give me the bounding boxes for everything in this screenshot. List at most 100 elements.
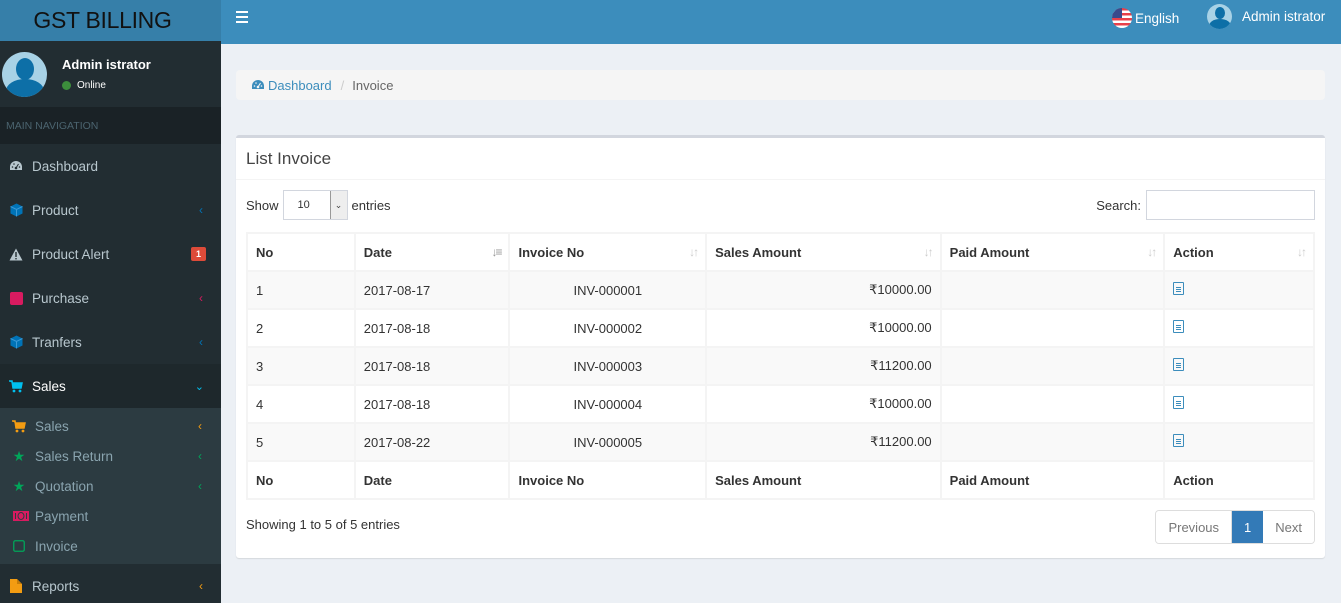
alert-count-badge: 1	[190, 247, 206, 261]
sales-submenu: Sales ‹ ★ Sales Return ‹ ★ Quotation ‹ P…	[0, 408, 221, 564]
column-header-paid-amount[interactable]: Paid Amount ↓↑	[939, 232, 1166, 272]
submenu-item-payment[interactable]: Payment	[0, 501, 221, 531]
sidebar-item-dashboard[interactable]: Dashboard	[0, 144, 221, 188]
cart-icon	[9, 379, 23, 393]
submenu-item-label: Sales	[35, 418, 69, 434]
chevron-left-icon: ‹	[199, 203, 203, 217]
sort-icon: ↓↑	[689, 245, 699, 259]
cell-date: 2017-08-18	[353, 346, 511, 386]
cell-action	[1163, 384, 1315, 424]
chevron-left-icon: ‹	[199, 335, 203, 349]
menu-toggle-icon[interactable]	[236, 11, 248, 26]
cell-action	[1163, 346, 1315, 386]
submenu-item-label: Payment	[35, 508, 89, 524]
view-invoice-icon[interactable]	[1173, 434, 1185, 447]
chevron-left-icon: ‹	[198, 479, 202, 493]
breadcrumb-dashboard-link[interactable]: Dashboard	[251, 78, 332, 93]
sidebar-item-product-alert[interactable]: Product Alert 1	[0, 232, 221, 276]
square-outline-icon	[12, 539, 26, 553]
sidebar-item-product[interactable]: Product ‹	[0, 188, 221, 232]
column-header-sales-amount[interactable]: Sales Amount ↓↑	[705, 232, 942, 272]
user-menu[interactable]: Admin istrator	[1207, 4, 1325, 29]
cell-invoice-no: INV-000005	[508, 422, 708, 462]
top-navbar: English Admin istrator	[221, 0, 1341, 44]
sidebar-item-reports[interactable]: Reports ‹	[0, 564, 221, 603]
column-header-date[interactable]: Date ↓≡	[353, 232, 511, 272]
chevron-left-icon: ‹	[199, 579, 203, 593]
sidebar-item-label: Dashboard	[32, 158, 99, 174]
cell-no: 3	[246, 346, 356, 386]
submenu-item-sales-return[interactable]: ★ Sales Return ‹	[0, 441, 221, 471]
view-invoice-icon[interactable]	[1173, 358, 1185, 371]
star-icon: ★	[12, 447, 26, 464]
star-icon: ★	[12, 477, 26, 494]
user-name: Admin istrator	[62, 57, 151, 72]
next-page-button[interactable]: Next	[1263, 511, 1314, 543]
sidebar-item-tranfers[interactable]: Tranfers ‹	[0, 320, 221, 364]
breadcrumb-home-text: Dashboard	[268, 77, 332, 93]
view-invoice-icon[interactable]	[1173, 282, 1185, 295]
table-info: Showing 1 to 5 of 5 entries	[246, 517, 400, 532]
chevron-left-icon: ‹	[198, 419, 202, 433]
cell-action	[1163, 422, 1315, 462]
language-selector[interactable]: English	[1112, 8, 1179, 28]
column-header-action[interactable]: Action ↓↑	[1163, 232, 1315, 272]
previous-page-button[interactable]: Previous	[1156, 511, 1233, 543]
cell-no: 2	[246, 308, 356, 348]
table-header-row: No Date ↓≡ Invoice No ↓↑ Sales Amount ↓↑ Pa…	[246, 232, 1315, 272]
file-icon	[9, 579, 23, 593]
submenu-item-quotation[interactable]: ★ Quotation ‹	[0, 471, 221, 501]
cell-sales-amount: ₹10000.00	[705, 384, 942, 424]
pagination: Previous 1 Next	[1155, 510, 1315, 544]
sort-icon: ↓↑	[923, 245, 934, 259]
cell-date: 2017-08-17	[353, 270, 511, 310]
sidebar-item-label: Product Alert	[32, 246, 110, 262]
warning-icon	[9, 247, 23, 261]
column-header-invoice-no[interactable]: Invoice No ↓↑	[508, 232, 708, 272]
cell-sales-amount: ₹10000.00	[705, 270, 942, 310]
status-text: Online	[77, 80, 106, 91]
cell-date: 2017-08-22	[353, 422, 511, 462]
view-invoice-icon[interactable]	[1173, 320, 1185, 333]
table-row: 5 2017-08-22 INV-000005 ₹11200.00	[246, 422, 1315, 462]
page-size-select[interactable]: 10 ⌄	[282, 190, 348, 220]
submenu-item-label: Quotation	[35, 478, 94, 494]
chevron-left-icon: ‹	[198, 449, 202, 463]
cell-invoice-no: INV-000003	[508, 346, 708, 386]
cell-paid-amount	[939, 308, 1166, 348]
footer-action: Action	[1163, 460, 1315, 500]
cell-paid-amount	[939, 270, 1166, 310]
sidebar-item-label: Product	[32, 202, 79, 218]
sidebar-item-sales[interactable]: Sales ⌄	[0, 364, 221, 408]
search-input[interactable]	[1146, 190, 1315, 220]
cell-no: 4	[246, 384, 356, 424]
cell-paid-amount	[939, 384, 1166, 424]
user-panel: Admin istrator Online	[0, 41, 221, 107]
search-label: Search:	[1096, 197, 1141, 213]
sort-desc-icon: ↓≡	[491, 245, 502, 259]
sidebar-item-purchase[interactable]: Purchase ‹	[0, 276, 221, 320]
language-label: English	[1135, 10, 1180, 26]
entries-label: entries	[351, 197, 391, 213]
chevron-left-icon: ‹	[199, 291, 203, 305]
footer-invoice-no: Invoice No	[508, 460, 708, 500]
us-flag-icon	[1112, 8, 1132, 28]
app-logo[interactable]: GST BILLING	[0, 0, 221, 41]
submenu-item-sales[interactable]: Sales ‹	[0, 411, 221, 441]
user-status: Online	[62, 80, 151, 91]
column-header-no[interactable]: No	[246, 232, 356, 272]
dashboard-icon	[9, 159, 23, 173]
cell-sales-amount: ₹10000.00	[705, 308, 942, 348]
search-control: Search:	[1096, 190, 1315, 220]
sidebar-item-label: Tranfers	[32, 334, 82, 350]
dashboard-icon	[252, 80, 264, 89]
cell-no: 5	[246, 422, 356, 462]
cell-action	[1163, 270, 1315, 310]
page-1-button[interactable]: 1	[1232, 511, 1264, 543]
submenu-item-invoice[interactable]: Invoice	[0, 531, 221, 561]
table-row: 4 2017-08-18 INV-000004 ₹10000.00	[246, 384, 1315, 424]
view-invoice-icon[interactable]	[1173, 396, 1185, 409]
footer-no: No	[246, 460, 356, 500]
breadcrumb-current: Invoice	[352, 77, 394, 93]
chevron-down-icon: ⌄	[194, 380, 204, 393]
